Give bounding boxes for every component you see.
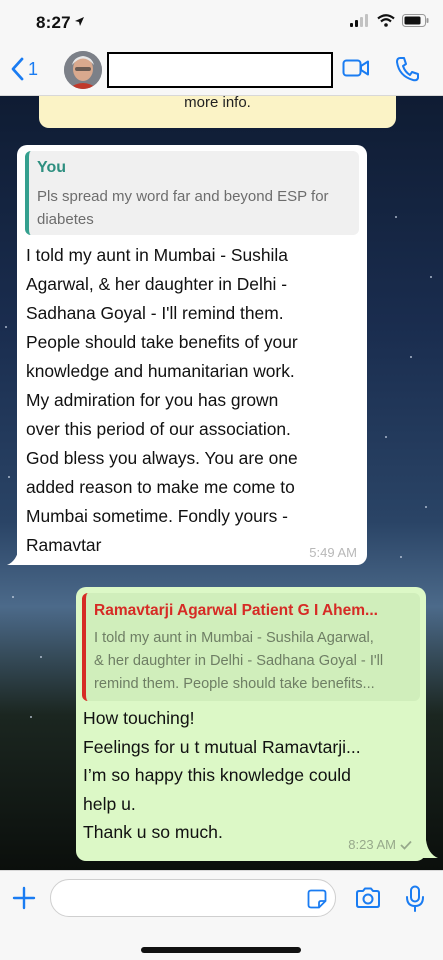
cellular-signal-icon [350,14,368,27]
voice-call-icon[interactable] [395,56,419,82]
quoted-sender: You [37,159,67,176]
message-input[interactable] [50,879,336,917]
chevron-left-icon [11,57,24,81]
quoted-reply-text: I told my aunt in Mumbai - Sushila Agarw… [94,630,384,692]
incoming-message[interactable]: You Pls spread my word far and beyond ES… [17,145,367,565]
reply-time: 8:23 AM [348,837,396,852]
chat-area[interactable]: more info. You Pls spread my word far an… [0,96,443,870]
chat-header: 1 [0,44,443,96]
quoted-message[interactable]: You Pls spread my word far and beyond ES… [25,151,359,235]
sticker-icon[interactable] [307,889,327,909]
quoted-reply-sender: Ramavtarji Agarwal Patient G I Ahem... [94,602,378,619]
message-text: I told my aunt in Mumbai - Sushila Agarw… [26,245,298,555]
status-time: 8:27 [36,13,71,32]
unread-count: 1 [28,58,39,79]
quoted-text: Pls spread my word far and beyond ESP fo… [37,188,329,228]
location-arrow-icon [75,17,84,26]
avatar-photo [64,51,102,89]
system-message-text: more info. [184,96,251,111]
video-call-icon[interactable] [342,58,370,78]
contact-avatar[interactable] [64,51,102,89]
camera-icon[interactable] [355,887,381,909]
plus-icon[interactable] [12,886,36,910]
status-bar: 8:27 [0,0,443,44]
wifi-icon [377,14,395,27]
quoted-reply[interactable]: Ramavtarji Agarwal Patient G I Ahem... I… [82,593,420,701]
system-message: more info. [39,96,396,128]
back-button[interactable]: 1 [10,57,38,81]
reply-text: How touching! Feelings for u t mutual Ra… [83,708,361,842]
reply-meta: 8:23 AM [348,837,412,852]
home-indicator[interactable] [141,947,301,953]
battery-icon [402,14,429,27]
microphone-icon[interactable] [405,885,425,913]
message-time: 5:49 AM [309,545,357,560]
checkmark-icon [400,840,412,850]
outgoing-message[interactable]: Ramavtarji Agarwal Patient G I Ahem... I… [76,587,426,861]
contact-name-redacted[interactable] [107,52,333,88]
composer-bar [0,870,443,960]
status-indicators [350,14,429,27]
